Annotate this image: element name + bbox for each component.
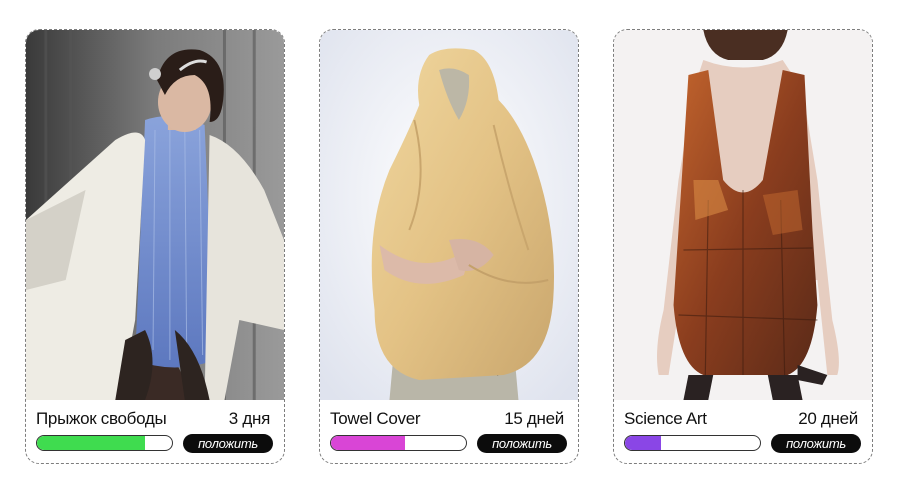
progress-bar (36, 435, 173, 451)
product-photo[interactable] (26, 30, 284, 400)
product-title: Прыжок свободы (36, 409, 167, 428)
product-title: Science Art (624, 409, 707, 428)
product-title: Towel Cover (330, 409, 421, 428)
progress-fill (37, 436, 145, 450)
progress-fill (625, 436, 662, 450)
product-card[interactable]: Прыжок свободы 3 дня положить (25, 29, 285, 464)
days-left: 20 дней (798, 409, 858, 428)
progress-bar (624, 435, 761, 451)
put-button[interactable]: положить (183, 434, 273, 453)
product-card[interactable]: Towel Cover 15 дней положить (319, 29, 579, 464)
product-photo[interactable] (614, 30, 872, 400)
days-left: 3 дня (228, 409, 271, 428)
progress-fill (331, 436, 406, 450)
product-card[interactable]: Science Art 20 дней положить (613, 29, 873, 464)
product-photo[interactable] (320, 30, 578, 400)
progress-bar (330, 435, 467, 451)
days-left: 15 дней (504, 409, 564, 428)
put-button[interactable]: положить (771, 434, 861, 453)
put-button[interactable]: положить (477, 434, 567, 453)
